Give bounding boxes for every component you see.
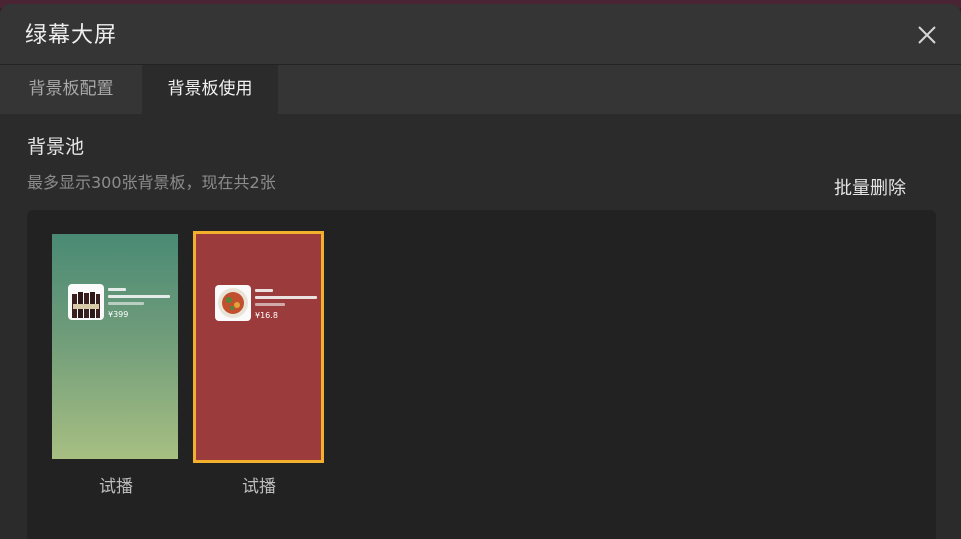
trial-play-button[interactable]: 试播 — [52, 472, 180, 497]
product-text-lines — [255, 285, 325, 306]
bulk-delete-button[interactable]: 批量删除 — [834, 174, 906, 200]
close-icon — [918, 26, 936, 44]
section-title: 背景池 — [27, 136, 85, 158]
tab-background-use[interactable]: 背景板使用 — [142, 65, 278, 114]
product-price: ¥16.8 — [255, 311, 278, 320]
dialog-title: 绿幕大屏 — [25, 23, 118, 48]
section-subtitle: 最多显示300张背景板，现在共2张 — [27, 173, 276, 192]
product-text-lines — [108, 284, 178, 305]
close-button[interactable] — [912, 20, 942, 50]
food-dish-image — [215, 285, 251, 321]
background-card[interactable]: ¥399 — [52, 234, 180, 462]
dialog-titlebar: 绿幕大屏 — [0, 4, 961, 65]
background-thumbnail: ¥399 — [52, 234, 178, 459]
product-price: ¥399 — [108, 310, 129, 319]
wine-bottles-image — [68, 284, 104, 320]
tab-background-config[interactable]: 背景板配置 — [4, 65, 138, 114]
green-screen-dialog: 绿幕大屏 背景板配置 背景板使用 背景池 最多显示300张背景板，现在共2张 批… — [0, 4, 961, 539]
background-card-selected[interactable]: ¥16.8 — [193, 231, 324, 463]
background-pool: ¥399 试播 ¥16.8 试播 — [27, 210, 936, 539]
trial-play-button[interactable]: 试播 — [195, 472, 323, 497]
product-overlay: ¥16.8 — [215, 285, 325, 325]
tab-bar: 背景板配置 背景板使用 — [0, 65, 961, 114]
product-overlay: ¥399 — [68, 284, 178, 324]
background-thumbnail: ¥16.8 — [193, 231, 324, 463]
